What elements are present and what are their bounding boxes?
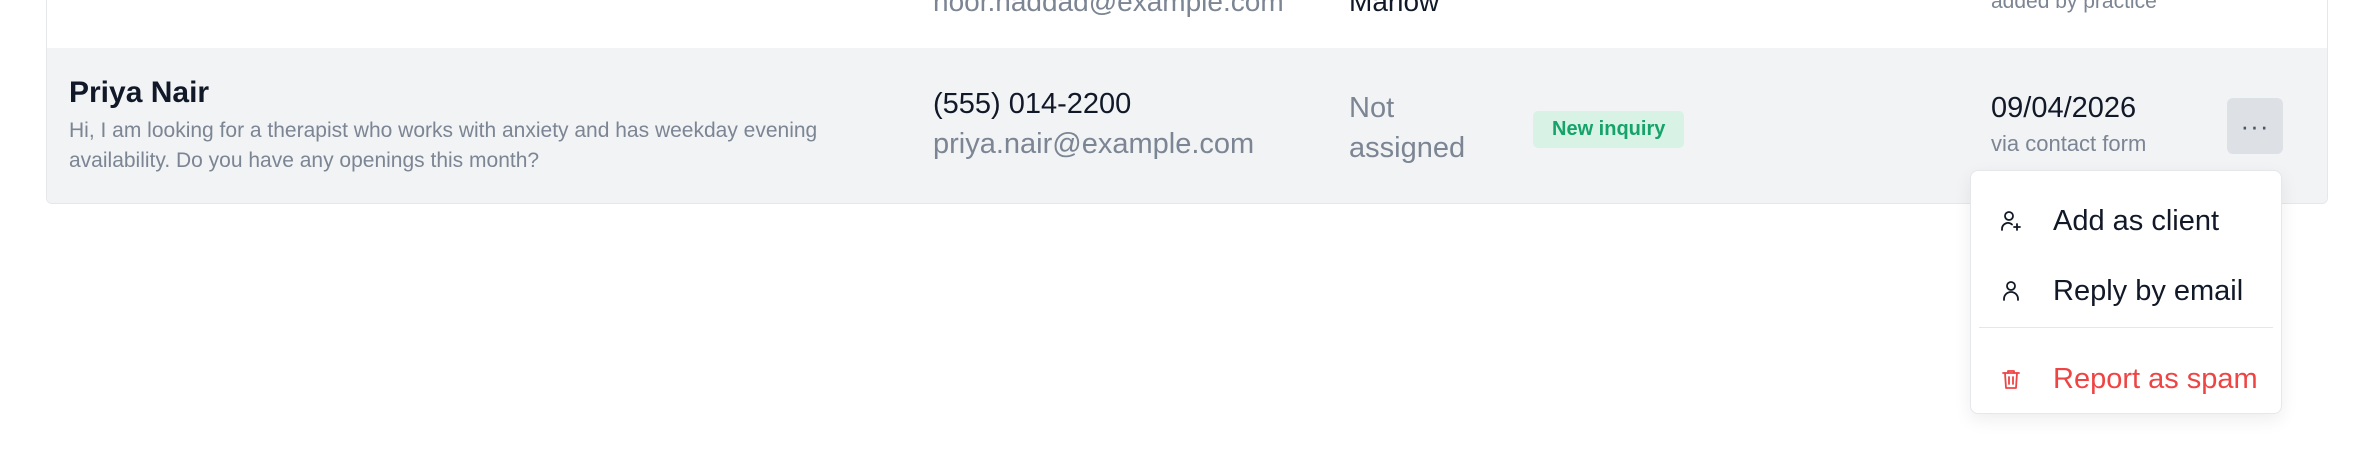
inquiry-date: 09/04/2026 bbox=[1991, 92, 2137, 124]
more-horizontal-icon: ··· bbox=[2240, 111, 2270, 141]
inquiry-message: Hi, I am looking for a therapist who wor… bbox=[69, 119, 818, 172]
status-badge: New inquiry bbox=[1533, 111, 1685, 148]
menu-item-label: Reply by email bbox=[2053, 274, 2244, 307]
report-as-spam-menu-item[interactable]: Report as spam bbox=[1971, 349, 2281, 409]
inquirer-name: Priya Nair bbox=[69, 76, 210, 109]
menu-divider bbox=[1979, 327, 2273, 328]
assigned-clinician: Not assigned bbox=[1349, 92, 1466, 164]
row-actions-menu: Add as client Reply by email Report as s… bbox=[1970, 170, 2282, 414]
menu-item-label: Report as spam bbox=[2053, 362, 2258, 395]
inquiry-source: via contact form bbox=[1991, 131, 2147, 156]
user-icon bbox=[2003, 281, 2019, 301]
user-plus-icon bbox=[2001, 211, 2021, 231]
contact-phone: (555) 014-2200 bbox=[933, 88, 1132, 120]
inquiry-source: added by practice bbox=[1991, 0, 2157, 13]
assigned-clinician: Marlow bbox=[1349, 0, 1440, 17]
contact-email: priya.nair@example.com bbox=[933, 128, 1255, 160]
reply-by-email-menu-item[interactable]: Reply by email bbox=[1971, 261, 2281, 321]
add-as-client-menu-item[interactable]: Add as client bbox=[1971, 191, 2281, 251]
more-actions-button[interactable]: ··· bbox=[2227, 98, 2283, 154]
contact-email: noor.haddad@example.com bbox=[933, 0, 1284, 17]
menu-item-label: Add as client bbox=[2053, 204, 2220, 237]
table-row[interactable]: noor.haddad@example.com Marlow added by … bbox=[47, 0, 2327, 49]
trash-icon bbox=[2002, 370, 2020, 389]
